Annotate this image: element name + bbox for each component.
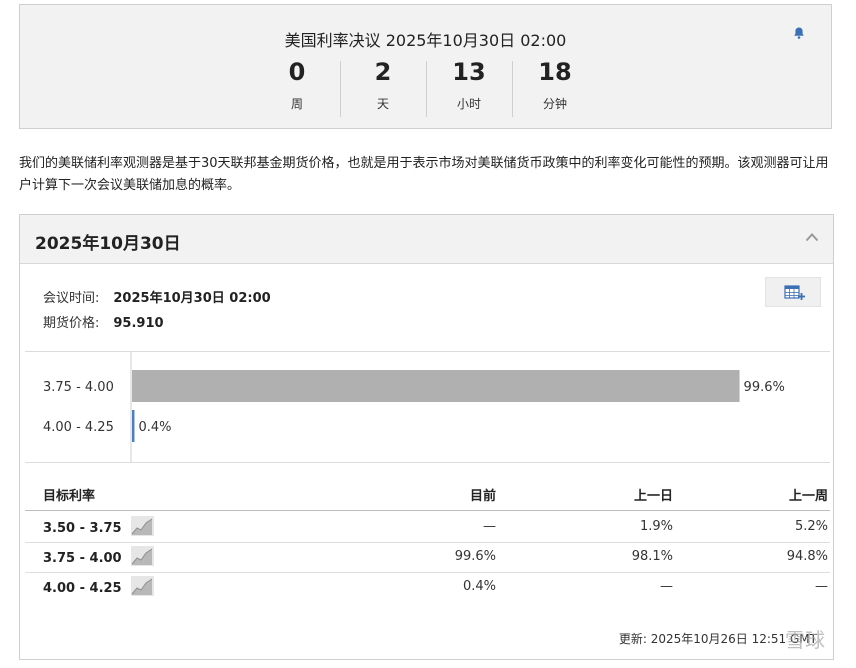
countdown-hours-value: 13 [452,58,486,86]
current-probability-cell: — [483,519,496,534]
countdown-weeks: 0 周 [254,57,340,119]
countdown-days-value: 2 [374,58,392,86]
column-header-previous-day: 上一日 [633,489,673,504]
previous-day-probability-cell: — [660,579,673,594]
target-rate-cell: 3.75 - 4.00 [43,551,122,566]
chart-bar[interactable] [132,410,135,442]
previous-day-probability-cell: 1.9% [639,519,673,534]
trend-chart-icon[interactable] [131,516,154,536]
trend-chart-icon[interactable] [131,546,154,566]
panel-title: 2025年10月30日 [35,234,181,254]
meeting-time-label: 会议时间: [43,291,100,306]
chart-bar[interactable] [132,370,740,402]
countdown-minutes: 18 分钟 [512,57,598,119]
countdown-days-label: 天 [376,97,389,111]
countdown-days: 2 天 [340,57,426,119]
bell-icon[interactable] [792,26,806,40]
add-to-calendar-button[interactable] [765,277,821,307]
column-header-previous-week: 上一周 [788,489,828,504]
futures-price-value: 95.910 [113,316,164,331]
countdown-hours-label: 小时 [456,97,481,111]
watermark-text: 雪球 [785,628,825,652]
chevron-up-icon[interactable] [805,232,819,242]
table-row: 4.00 - 4.25 0.4% — — [25,572,830,602]
target-rate-cell: 3.50 - 3.75 [43,521,122,536]
chart-category-label: 4.00 - 4.25 [43,420,114,435]
countdown-weeks-label: 周 [290,97,303,111]
previous-day-probability-cell: 98.1% [631,549,673,564]
column-header-target-rate: 目标利率 [43,489,96,504]
header-rule [25,510,830,511]
countdown-hours: 13 小时 [426,57,512,119]
previous-week-probability-cell: — [815,579,828,594]
current-probability-cell: 0.4% [462,579,496,594]
meeting-panel: 2025年10月30日 会议时间: 2025年10月30日 02:00 期货价格:… [19,214,834,660]
previous-week-probability-cell: 5.2% [794,519,828,534]
trend-chart-icon[interactable] [131,576,154,596]
countdown-minutes-value: 18 [538,58,572,86]
description-text: 我们的美联储利率观测器是基于30天联邦基金期货价格，也就是用于表示市场对美联储货… [19,156,829,193]
calendar-add-icon [784,285,805,300]
target-rate-cell: 4.00 - 4.25 [43,581,122,596]
current-probability-cell: 99.6% [454,549,496,564]
table-row: 3.50 - 3.75 — 1.9% 5.2% [25,512,830,543]
chart-value-label: 99.6% [744,380,785,395]
meeting-time-row: 会议时间: 2025年10月30日 02:00 [43,287,271,306]
futures-price-label: 期货价格: [43,316,100,331]
futures-price-row: 期货价格: 95.910 [43,312,164,331]
probability-chart-svg: 3.75 - 4.00 99.6% 4.00 - 4.25 0.4% [43,352,785,462]
table-row: 3.75 - 4.00 99.6% 98.1% 94.8% [25,542,830,573]
countdown-minutes-label: 分钟 [542,97,567,111]
panel-header[interactable]: 2025年10月30日 [20,215,833,264]
countdown-weeks-value: 0 [288,58,306,86]
column-header-current: 目前 [469,489,496,504]
meeting-time-value: 2025年10月30日 02:00 [113,291,271,306]
probability-chart: 3.75 - 4.00 99.6% 4.00 - 4.25 0.4% [25,351,830,463]
event-title: 美国利率决议 2025年10月30日 02:00 [284,31,567,50]
countdown-card: 美国利率决议 2025年10月30日 02:00 0 周 2 天 13 小时 1… [19,4,832,129]
chart-value-label: 0.4% [138,420,171,435]
chart-category-label: 3.75 - 4.00 [43,380,114,395]
previous-week-probability-cell: 94.8% [786,549,828,564]
